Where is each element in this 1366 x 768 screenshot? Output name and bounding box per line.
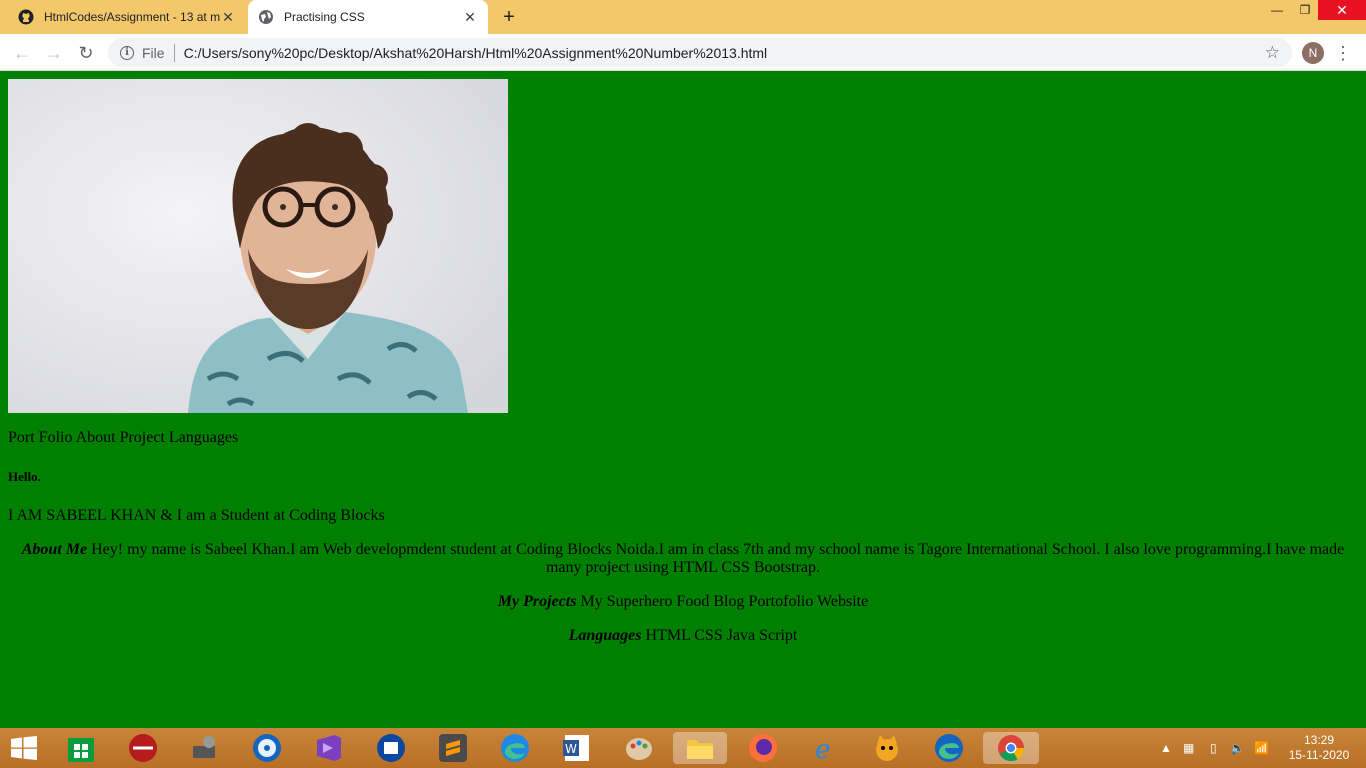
minimize-icon[interactable]: —	[1262, 0, 1292, 20]
firefox-icon[interactable]	[747, 732, 779, 764]
greeting-heading: Hello.	[8, 469, 41, 484]
battery-icon[interactable]: ▯	[1210, 728, 1224, 768]
volume-icon[interactable]: 🔈	[1230, 728, 1246, 768]
page-content: Port Folio About Project Languages Hello…	[0, 71, 1366, 728]
tools-icon[interactable]	[189, 732, 221, 764]
projects-text: My Superhero Food Blog Portofolio Websit…	[576, 593, 869, 610]
bookmark-star-icon[interactable]: ☆	[1265, 43, 1280, 63]
tray-up-arrow-icon[interactable]: ▲	[1160, 728, 1174, 768]
globe-icon	[259, 10, 273, 24]
profile-avatar[interactable]: N	[1302, 42, 1324, 64]
file-explorer-icon	[687, 740, 713, 759]
info-icon[interactable]: i	[120, 45, 134, 60]
chrome-icon	[998, 735, 1025, 762]
scratch-icon[interactable]	[871, 732, 903, 764]
svg-text:e: e	[815, 735, 830, 764]
close-icon[interactable]: ✕	[220, 9, 236, 25]
address-bar[interactable]: i File C:/Users/sony%20pc/Desktop/Akshat…	[108, 38, 1292, 67]
tab-github[interactable]: HtmlCodes/Assignment - 13 at m ✕	[8, 0, 246, 34]
nav-links[interactable]: Port Folio About Project Languages	[8, 429, 238, 447]
tab-practising-css[interactable]: Practising CSS ✕	[248, 0, 488, 34]
about-text: Hey! my name is Sabeel Khan.I am Web dev…	[87, 541, 1345, 576]
taskbar: W e ▲ ▦ ▯ 🔈 📶 13:29 15-11-2020	[0, 728, 1366, 768]
menu-dots-icon[interactable]: ⋮	[1334, 42, 1352, 64]
svg-text:W: W	[565, 742, 577, 756]
languages-section: Languages HTML CSS Java Script	[8, 627, 1358, 645]
forward-arrow-icon[interactable]: →	[41, 40, 67, 66]
new-tab-button[interactable]: +	[498, 6, 520, 28]
divider	[173, 43, 175, 62]
projects-section: My Projects My Superhero Food Blog Porto…	[8, 593, 1358, 611]
url-scheme: File	[142, 44, 165, 61]
file-explorer-button[interactable]	[673, 732, 727, 764]
close-icon[interactable]: ✕	[462, 9, 478, 25]
video-icon[interactable]	[375, 732, 407, 764]
action-center-icon[interactable]: ▦	[1183, 728, 1199, 768]
visual-studio-icon[interactable]	[313, 732, 345, 764]
languages-heading: Languages	[568, 627, 642, 644]
windows-start-icon[interactable]	[10, 736, 38, 760]
clock-date: 15-11-2020	[1288, 748, 1350, 762]
store-icon[interactable]	[65, 732, 97, 764]
restore-icon[interactable]: ❐	[1290, 0, 1320, 20]
back-arrow-icon[interactable]: ←	[9, 40, 35, 66]
taskbar-clock[interactable]: 13:29 15-11-2020	[1284, 733, 1354, 763]
projects-heading: My Projects	[497, 593, 577, 610]
media-icon[interactable]	[127, 732, 159, 764]
disc-icon[interactable]	[251, 732, 283, 764]
tab-strip: HtmlCodes/Assignment - 13 at m ✕ Practis…	[0, 0, 1366, 34]
about-heading: About Me	[21, 541, 88, 558]
sublime-icon[interactable]	[437, 732, 469, 764]
network-icon[interactable]: 📶	[1254, 728, 1270, 768]
browser-toolbar: ← → ↻ i File C:/Users/sony%20pc/Desktop/…	[0, 34, 1366, 71]
word-icon[interactable]: W	[561, 732, 593, 764]
chrome-button[interactable]	[983, 732, 1039, 764]
window-close-icon[interactable]: ✕	[1318, 0, 1366, 20]
edge-icon[interactable]	[499, 732, 531, 764]
tab-title: HtmlCodes/Assignment - 13 at m	[44, 10, 220, 24]
tab-title: Practising CSS	[284, 10, 365, 24]
paint-icon[interactable]	[623, 732, 655, 764]
url-text: C:/Users/sony%20pc/Desktop/Akshat%20Hars…	[183, 44, 768, 61]
clock-time: 13:29	[1303, 733, 1335, 747]
internet-explorer-icon[interactable]: e	[809, 732, 841, 764]
intro-text: I AM SABEEL KHAN & I am a Student at Cod…	[8, 507, 385, 524]
about-section: About Me Hey! my name is Sabeel Khan.I a…	[8, 541, 1358, 577]
reload-icon[interactable]: ↻	[73, 40, 99, 66]
languages-text: HTML CSS Java Script	[641, 627, 798, 644]
profile-photo	[8, 79, 508, 413]
edge-icon[interactable]	[933, 732, 965, 764]
github-icon	[18, 9, 34, 25]
